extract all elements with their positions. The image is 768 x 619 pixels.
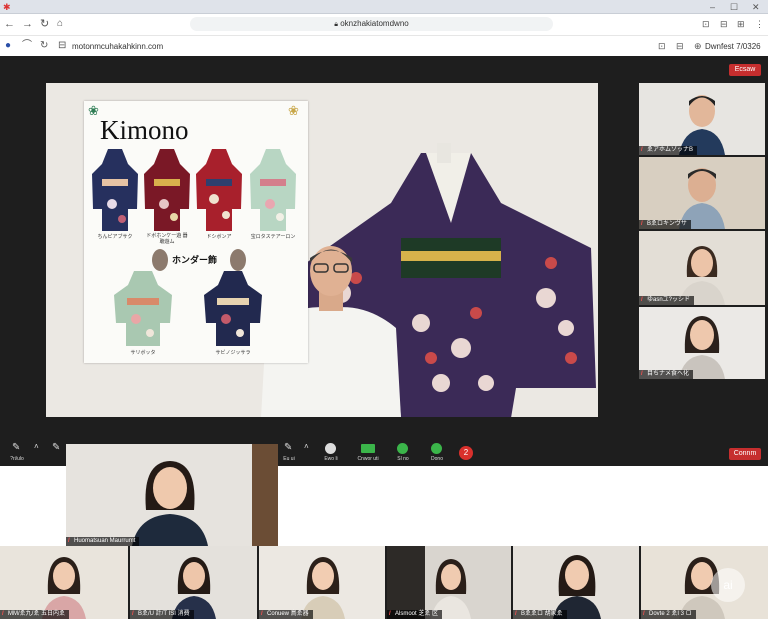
dark-background-image (387, 546, 425, 619)
kimono-caption-3: ドシボンア (206, 234, 232, 240)
participant-tile-side-2[interactable]: Bゑロキンヴサ (639, 157, 765, 229)
participant-tile-side-4[interactable]: 目ちナメ食ヘ化 (639, 307, 765, 379)
video-off-icon[interactable]: ✎ (52, 442, 60, 453)
participant-tile-bottom-1[interactable]: MM/ゑ九/ゑ 五日内ゑ (0, 546, 128, 619)
window-titlebar: ✱ – ☐ ✕ (0, 0, 768, 14)
kimono-poster: ❀ ❀ Kimono ちんピアブサク ドボホンケー遊 器聴遊ム ドシボンア 宝ロ… (84, 101, 308, 363)
kimono-crimson-image (144, 149, 190, 231)
notification-badge[interactable]: 2 (459, 446, 473, 460)
participant-name: 目ちナメ食ヘ化 (639, 370, 694, 379)
participant-name: Huomatsuan Maurrumt (66, 537, 140, 546)
tab-icon[interactable]: ⊟ (58, 41, 66, 51)
participant-name: ゑアホムゾッナB (639, 146, 698, 155)
poster-title: Kimono (100, 115, 189, 145)
blurred-face-icon-2 (230, 249, 246, 271)
address-text: oknzhakiatomdwno (340, 19, 409, 28)
participant-tile-bottom-4[interactable]: Alsmoot 芝ゑ 区 (387, 546, 511, 619)
user-icon[interactable]: ⌒ (22, 41, 32, 51)
extensions-icon[interactable]: ⊞ (737, 19, 745, 29)
poster-heading: ホンダー飾 (172, 255, 218, 265)
mic-muted-icon[interactable]: ✎ (12, 442, 20, 453)
kimono-caption-2: ドボホンケー遊 器聴遊ム (146, 233, 188, 245)
participant-tile-bottom-5[interactable]: Bゑゑロ 胡家ゑ (513, 546, 639, 619)
screen-icon[interactable]: ⊡ (658, 41, 666, 51)
kimono-caption-4: 宝ロタステアーロン (250, 234, 296, 240)
address-bar[interactable]: 🔒︎ oknzhakiatomdwno (190, 17, 553, 31)
lock-icon: 🔒︎ (334, 21, 338, 28)
menu-icon[interactable]: ⋮ (755, 19, 764, 29)
participant-name: Dovte 2 ゑI 3 ロ (641, 610, 696, 619)
end-meeting-button[interactable]: Connm (729, 448, 761, 460)
participant-name: Bゑロキンヴサ (639, 220, 691, 229)
participant-avatar (132, 461, 208, 546)
blurred-face-icon (152, 249, 168, 271)
kimono-red-image (196, 149, 242, 231)
control-label-3: Ewo li (324, 456, 338, 462)
participant-tile-side-1[interactable]: ゑアホムゾッナB (639, 83, 765, 155)
chevron-up-icon[interactable]: ˄ (34, 442, 39, 451)
kimono-indigo-image (204, 271, 262, 346)
save-icon[interactable]: ⊟ (676, 41, 684, 51)
participant-name: Bゑ/U 計/T ISI 消費 (130, 610, 194, 619)
participants-icon[interactable] (325, 443, 336, 454)
participant-tile-large[interactable]: Huomatsuan Maurrumt (66, 444, 278, 546)
participant-name: MM/ゑ九/ゑ 五日内ゑ (0, 610, 69, 619)
chevron-up-icon-2[interactable]: ˄ (304, 442, 309, 451)
participant-name: ゆasnユ?ッシド (639, 296, 695, 305)
back-icon[interactable]: ← (4, 19, 15, 30)
kimono-mint-image (250, 149, 296, 231)
participant-tile-bottom-3[interactable]: Conuew 鳥ゑ器 (259, 546, 385, 619)
participant-name: Alsmoot 芝ゑ 区 (387, 610, 443, 619)
kimono-caption-6: サビノジッサラ (215, 350, 251, 356)
watermark-logo-icon: ai (711, 568, 745, 602)
control-label-5: Sl no (397, 456, 409, 462)
status-text: Dwnfest 7/0326 (705, 42, 761, 51)
site-url[interactable]: motonmcuhakahkinn.com (72, 36, 163, 57)
minimize-icon[interactable]: – (710, 2, 715, 12)
control-label-2: Eu ui (283, 456, 295, 462)
participant-avatar (553, 555, 601, 619)
participant-tile-side-3[interactable]: ゆasnユ?ッシド (639, 231, 765, 305)
kimono-navy-image (92, 149, 138, 231)
control-label-6: Dono (431, 456, 443, 462)
control-label-1: ?ri/ulo (10, 456, 24, 462)
app-logo-icon: ✱ (3, 2, 11, 12)
kimono-sage-image (114, 271, 172, 346)
download-icon[interactable]: ⊕ (694, 41, 702, 51)
secondary-toolbar: ● ⌒ ↻ ⊟ motonmcuhakahkinn.com ⊡ ⊟ ⊕ Dwnf… (0, 35, 768, 56)
control-label-4: Cnwor uti (357, 456, 379, 462)
maximize-icon[interactable]: ☐ (730, 2, 738, 12)
browser-chrome: ✱ – ☐ ✕ ← → ↻ ⌂ 🔒︎ oknzhakiatomdwno ⊡ ⊟ … (0, 0, 768, 56)
kimono-caption-1: ちんピアブサク (97, 234, 133, 240)
home-icon[interactable]: ⌂ (57, 19, 63, 29)
forward-icon[interactable]: → (22, 19, 33, 30)
participant-name: Bゑゑロ 胡家ゑ (513, 610, 567, 619)
kimono-caption-5: サリボッタ (130, 350, 156, 356)
bookshelf-image (252, 444, 278, 546)
poster-ornament-icon-gold: ❀ (288, 103, 299, 118)
close-icon[interactable]: ✕ (752, 2, 760, 12)
participant-name: Conuew 鳥ゑ器 (259, 610, 313, 619)
participant-tile-bottom-2[interactable]: Bゑ/U 計/T ISI 消費 (130, 546, 257, 619)
refresh-icon[interactable]: ↻ (40, 41, 48, 51)
share-icon[interactable]: ⊡ (702, 19, 710, 29)
bookmark-icon[interactable]: ⊟ (720, 19, 728, 29)
reload-icon[interactable]: ↻ (40, 19, 49, 30)
reactions-icon[interactable] (431, 443, 442, 454)
record-icon[interactable] (397, 443, 408, 454)
globe-icon: ● (5, 40, 12, 51)
participant-tile-bottom-6[interactable]: ai Dovte 2 ゑI 3 ロ (641, 546, 768, 619)
share-screen-icon[interactable]: ✎ (284, 442, 292, 453)
chat-icon[interactable] (361, 444, 375, 453)
top-right-button[interactable]: Ecsaw (729, 64, 761, 76)
